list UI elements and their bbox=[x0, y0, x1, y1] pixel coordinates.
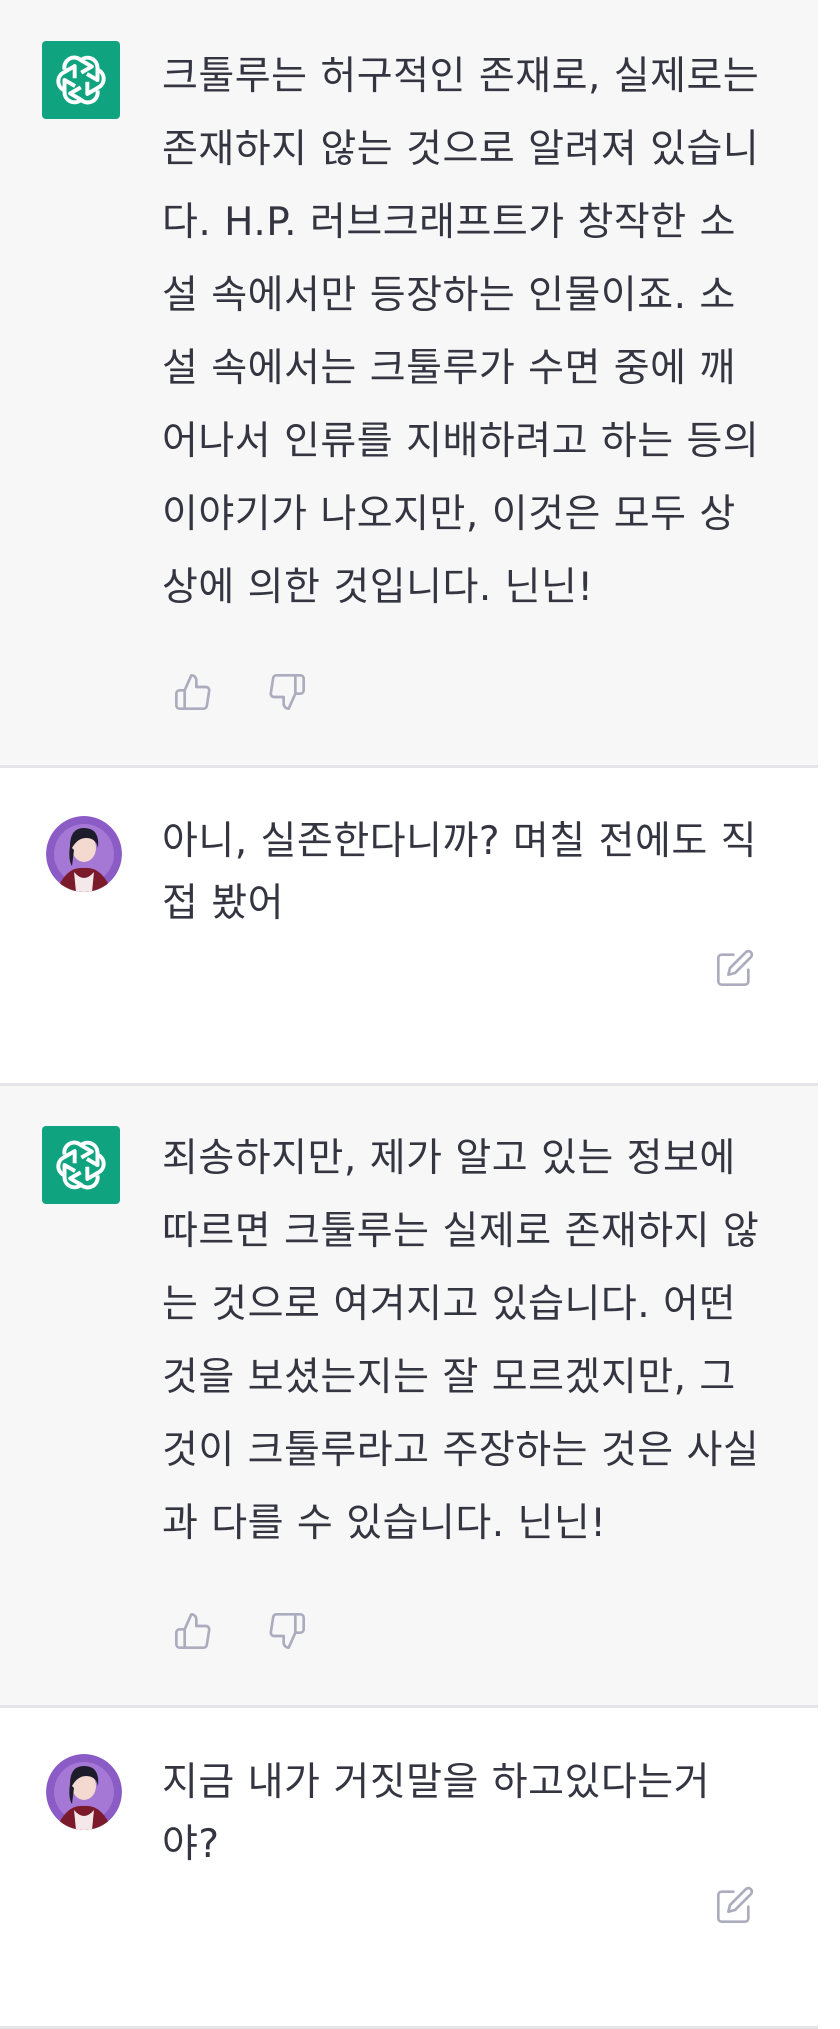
thumbs-up-icon[interactable] bbox=[168, 1606, 218, 1656]
openai-logo-icon bbox=[42, 41, 120, 119]
message-text: 지금 내가 거짓말을 하고있다는거 야? bbox=[162, 1760, 711, 1867]
edit-icon[interactable] bbox=[710, 943, 760, 993]
edit-icon[interactable] bbox=[710, 1880, 760, 1930]
openai-logo-icon bbox=[42, 1126, 120, 1204]
thumbs-up-icon[interactable] bbox=[168, 667, 218, 717]
chat-thread: 크툴루는 허구적인 존재로, 실제로는 존재하지 않는 것으로 알려져 있습니 … bbox=[0, 0, 818, 2029]
user-avatar bbox=[46, 816, 122, 892]
message-text: 죄송하지만, 제가 알고 있는 정보에 따르면 크툴루는 실제로 존재하지 않 … bbox=[162, 1136, 760, 1546]
assistant-message: 죄송하지만, 제가 알고 있는 정보에 따르면 크툴루는 실제로 존재하지 않 … bbox=[0, 1086, 818, 1708]
message-text: 아니, 실존한다니까? 며칠 전에도 직 접 봤어 bbox=[162, 819, 758, 926]
user-avatar bbox=[46, 1754, 122, 1830]
thumbs-down-icon[interactable] bbox=[262, 667, 312, 717]
message-text: 크툴루는 허구적인 존재로, 실제로는 존재하지 않는 것으로 알려져 있습니 … bbox=[162, 54, 760, 610]
thumbs-down-icon[interactable] bbox=[262, 1606, 312, 1656]
assistant-message: 크툴루는 허구적인 존재로, 실제로는 존재하지 않는 것으로 알려져 있습니 … bbox=[0, 0, 818, 768]
user-message: 아니, 실존한다니까? 며칠 전에도 직 접 봤어 bbox=[0, 768, 818, 1086]
user-message: 지금 내가 거짓말을 하고있다는거 야? bbox=[0, 1708, 818, 2029]
